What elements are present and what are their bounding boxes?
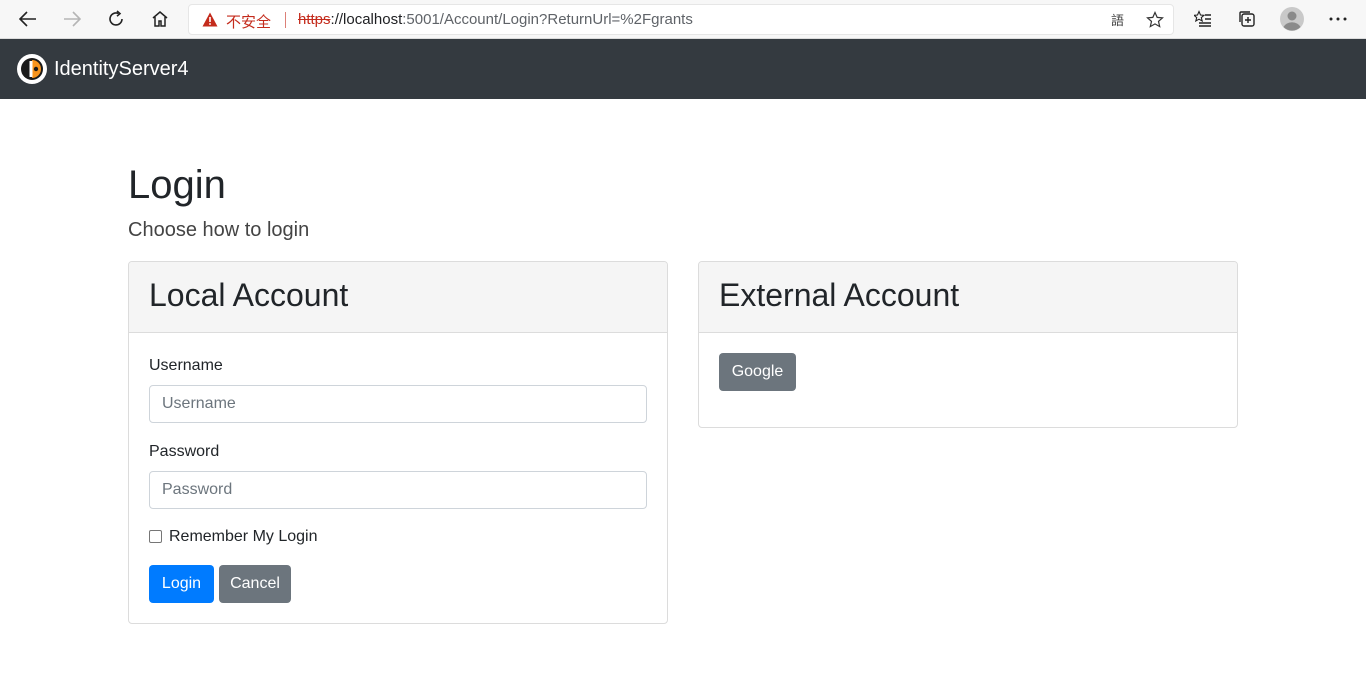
external-account-card: External Account Google (698, 261, 1238, 428)
external-account-title: External Account (719, 277, 960, 313)
url-host: ://localhost (330, 11, 403, 28)
external-account-card-header: External Account (699, 262, 1237, 333)
insecure-label[interactable]: 不安全 (226, 11, 271, 32)
password-input[interactable] (149, 471, 647, 509)
remember-login-label[interactable]: Remember My Login (169, 528, 318, 546)
address-bar[interactable]: 不安全 https://localhost:5001/Account/Login… (188, 4, 1174, 35)
url-path: :5001/Account/Login?ReturnUrl=%2Fgrants (402, 11, 693, 28)
refresh-icon[interactable] (101, 4, 131, 34)
address-separator (285, 12, 286, 28)
favorites-list-icon[interactable] (1188, 4, 1218, 34)
browser-toolbar: 不安全 https://localhost:5001/Account/Login… (0, 0, 1366, 39)
svg-text:語: 語 (1111, 13, 1124, 28)
cancel-button[interactable]: Cancel (219, 565, 291, 603)
password-label: Password (149, 443, 220, 460)
url-text[interactable]: https://localhost:5001/Account/Login?Ret… (298, 11, 693, 28)
brand-name[interactable]: IdentityServer4 (54, 58, 189, 81)
remember-login-checkbox[interactable] (149, 530, 162, 543)
url-scheme: https (298, 11, 331, 28)
local-account-card: Local Account Username Password Remember… (128, 261, 668, 624)
page-title: Login (128, 163, 226, 207)
google-login-button[interactable]: Google (719, 353, 796, 391)
more-menu-icon[interactable] (1323, 4, 1353, 34)
page-subtitle: Choose how to login (128, 219, 310, 241)
back-arrow-icon[interactable] (13, 4, 43, 34)
username-label: Username (149, 357, 223, 374)
warning-icon[interactable] (202, 12, 218, 32)
username-input[interactable] (149, 385, 647, 423)
profile-avatar-icon[interactable] (1277, 4, 1307, 34)
login-button[interactable]: Login (149, 565, 214, 603)
app-navbar: IdentityServer4 (0, 39, 1366, 99)
collections-icon[interactable] (1232, 4, 1262, 34)
identityserver-logo-icon[interactable] (16, 53, 48, 85)
local-account-card-header: Local Account (129, 262, 667, 333)
forward-arrow-icon[interactable] (57, 4, 87, 34)
read-aloud-icon[interactable]: 語 (1109, 10, 1129, 30)
home-icon[interactable] (145, 4, 175, 34)
local-account-title: Local Account (149, 277, 349, 313)
favorite-star-icon[interactable] (1145, 10, 1165, 30)
